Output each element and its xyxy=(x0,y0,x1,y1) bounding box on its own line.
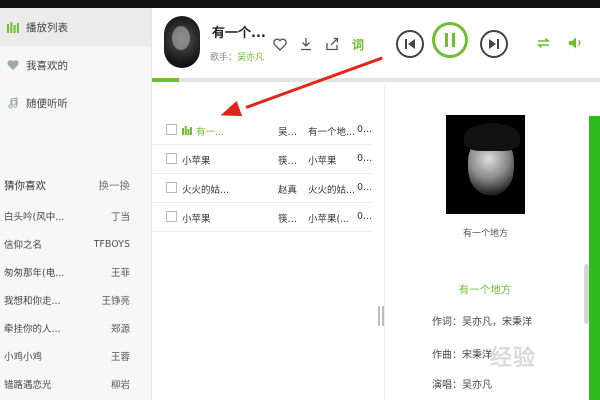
info-song-title: 有一个地方 xyxy=(458,284,512,296)
row-duration: 0... xyxy=(357,153,372,164)
info-composer: 作曲：宋秉洋 xyxy=(432,350,492,361)
like-icon[interactable] xyxy=(272,36,288,52)
sidebar: 播放列表 我喜欢的 随便听听 猜你喜欢 换一换 白头吟(风中... 丁当 信仰之名… xyxy=(0,8,152,400)
rec-artist: 柳岩 xyxy=(110,380,130,391)
recommend-header: 猜你喜欢 换一换 xyxy=(0,176,152,194)
nav-liked[interactable]: 我喜欢的 xyxy=(0,46,151,84)
now-playing-singer: 歌手：吴亦凡 xyxy=(210,50,264,63)
rec-title: 我想和你走... xyxy=(4,296,61,307)
rec-artist: 王蓉 xyxy=(110,352,130,363)
row-artist: 吴亦凡 xyxy=(278,127,304,138)
table-row[interactable]: 火火的姑... 赵真 火火的姑... 0... xyxy=(152,174,372,203)
next-icon xyxy=(489,39,499,49)
next-button[interactable] xyxy=(480,30,508,58)
row-album: 火火的姑... xyxy=(308,185,356,196)
row-title-cell: 有一... xyxy=(182,124,270,138)
row-album: 小苹果(... xyxy=(308,214,350,225)
album-art xyxy=(446,115,525,214)
album-caption: 有一个地方 xyxy=(462,229,508,239)
now-playing-title: 有一个... xyxy=(212,26,266,41)
info-singer: 演唱：吴亦凡 xyxy=(432,380,492,391)
row-title: 有一... xyxy=(196,127,225,138)
share-icon[interactable] xyxy=(324,36,340,52)
rec-artist: 丁当 xyxy=(110,212,130,223)
download-icon[interactable] xyxy=(298,36,314,52)
rec-artist: 郑源 xyxy=(110,324,130,335)
playing-bars-icon xyxy=(182,126,194,138)
row-artist: 筷子... xyxy=(278,156,304,167)
table-row[interactable]: 小苹果 筷子... 小苹果(... 0... xyxy=(152,203,372,232)
info-lyricist: 作词：吴亦凡，宋秉洋 xyxy=(432,317,532,328)
watermark: 经验 xyxy=(490,346,537,371)
heart-icon xyxy=(6,58,20,72)
right-edge-bar xyxy=(589,116,600,400)
now-playing-cover[interactable] xyxy=(164,16,200,68)
volume-icon[interactable] xyxy=(568,36,583,54)
row-duration: 0... xyxy=(357,211,372,222)
repeat-icon[interactable] xyxy=(536,36,551,54)
rec-artist: TFBOYS xyxy=(93,238,130,250)
nav-label: 随便听听 xyxy=(26,97,68,110)
list-item[interactable]: 信仰之名 TFBOYS xyxy=(0,230,152,258)
nav-random[interactable]: 随便听听 xyxy=(0,84,151,122)
player-bar: 有一个... 歌手：吴亦凡 词 xyxy=(152,8,600,78)
table-row[interactable]: 有一... 吴亦凡 有一个地... 0... xyxy=(152,116,372,145)
refresh-button[interactable]: 换一换 xyxy=(99,178,131,193)
row-title: 小苹果 xyxy=(182,156,211,167)
row-title: 火火的姑... xyxy=(182,185,230,196)
rec-title: 牵挂你的人... xyxy=(4,324,61,335)
rec-artist: 王铮亮 xyxy=(101,296,130,307)
recommend-title: 猜你喜欢 xyxy=(4,179,46,192)
list-item[interactable]: 我想和你走... 王铮亮 xyxy=(0,286,152,314)
progress-bar[interactable] xyxy=(152,78,600,82)
panel-divider xyxy=(384,86,385,400)
row-checkbox[interactable] xyxy=(166,211,177,222)
row-artist: 筷子... xyxy=(278,214,304,225)
row-title: 小苹果 xyxy=(182,214,211,225)
row-checkbox[interactable] xyxy=(166,153,177,164)
rec-title: 错路遇恋光 xyxy=(4,380,52,391)
list-item[interactable]: 匆匆那年(电... 王菲 xyxy=(0,258,152,286)
rec-title: 白头吟(风中... xyxy=(4,212,65,223)
row-duration: 0... xyxy=(357,124,372,135)
nav-label: 我喜欢的 xyxy=(26,59,68,72)
previous-icon xyxy=(405,39,415,49)
list-item[interactable]: 白头吟(风中... 丁当 xyxy=(0,202,152,230)
bars-icon xyxy=(6,20,20,34)
list-item[interactable]: 错路遇恋光 柳岩 xyxy=(0,370,152,398)
list-item[interactable]: 牵挂你的人... 郑源 xyxy=(0,314,152,342)
rec-title: 小鸡小鸡 xyxy=(4,352,43,363)
row-album: 小苹果 xyxy=(308,156,337,167)
playlist: 有一... 吴亦凡 有一个地... 0... 小苹果 筷子... 小苹果 0..… xyxy=(152,116,372,232)
previous-button[interactable] xyxy=(396,30,424,58)
pause-button[interactable] xyxy=(432,22,468,58)
pause-icon xyxy=(445,33,455,47)
rec-title: 信仰之名 xyxy=(4,240,43,251)
singer-prefix: 歌手： xyxy=(210,53,238,63)
nav-label: 播放列表 xyxy=(26,21,68,34)
lyric-button[interactable]: 词 xyxy=(350,36,366,52)
list-item[interactable]: 小鸡小鸡 王蓉 xyxy=(0,342,152,370)
row-checkbox[interactable] xyxy=(166,182,177,193)
window-top-bar xyxy=(0,0,600,8)
row-album: 有一个地... xyxy=(308,127,356,138)
rec-artist: 王菲 xyxy=(110,268,130,279)
row-duration: 0... xyxy=(357,182,372,193)
progress-fill xyxy=(152,78,179,82)
panel-resize-handle[interactable] xyxy=(378,306,384,326)
note-icon xyxy=(6,96,20,110)
row-artist: 赵真 xyxy=(278,185,298,196)
row-checkbox[interactable] xyxy=(166,124,177,135)
nav-playlist[interactable]: 播放列表 xyxy=(0,8,151,46)
table-row[interactable]: 小苹果 筷子... 小苹果 0... xyxy=(152,145,372,174)
rec-title: 匆匆那年(电... xyxy=(4,268,65,279)
recommend-list: 白头吟(风中... 丁当 信仰之名 TFBOYS 匆匆那年(电... 王菲 我想和你走… xyxy=(0,202,152,398)
singer-link[interactable]: 吴亦凡 xyxy=(237,53,264,63)
